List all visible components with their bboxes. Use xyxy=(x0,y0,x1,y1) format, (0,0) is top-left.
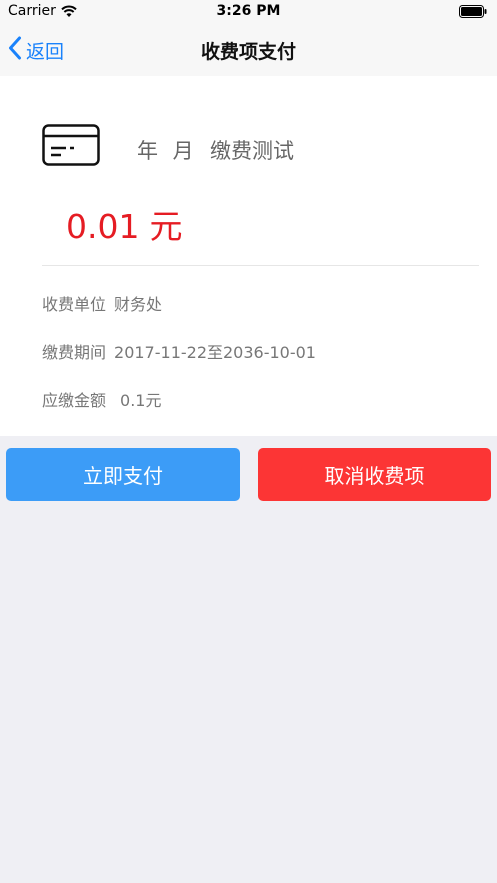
detail-row-due-amount: 应缴金额 0.1元 xyxy=(42,387,161,411)
detail-label: 收费单位 xyxy=(42,295,107,314)
credit-card-icon xyxy=(42,124,100,170)
detail-label: 应缴金额 xyxy=(42,391,107,410)
detail-value: 0.1元 xyxy=(120,391,162,410)
clock: 3:26 PM xyxy=(216,3,281,19)
pay-now-button[interactable]: 立即支付 xyxy=(6,448,240,501)
period-month-label: 年 月 xyxy=(137,139,198,163)
detail-row-payee: 收费单位 财务处 xyxy=(42,291,162,315)
page-title: 收费项支付 xyxy=(200,41,296,63)
fee-item-name: 缴费测试 xyxy=(210,139,294,163)
detail-row-period: 缴费期间 2017-11-22至2036-10-01 xyxy=(42,339,316,363)
payment-amount: 0.01 元 xyxy=(66,200,182,248)
status-bar: Carrier 3:26 PM xyxy=(0,0,497,24)
detail-label: 缴费期间 xyxy=(42,343,107,362)
divider xyxy=(42,265,479,266)
amount-value: 0.01 xyxy=(66,207,140,246)
cancel-fee-item-button[interactable]: 取消收费项 xyxy=(258,448,491,501)
battery-icon xyxy=(459,5,487,22)
detail-value: 2017-11-22至2036-10-01 xyxy=(114,343,316,362)
detail-value: 财务处 xyxy=(114,295,163,314)
navigation-bar: 返回 收费项支付 xyxy=(0,24,497,76)
payment-detail-card: 年 月 缴费测试 0.01 元 收费单位 财务处 缴费期间 2017-11-22至20… xyxy=(0,76,497,436)
amount-unit: 元 xyxy=(149,207,183,246)
